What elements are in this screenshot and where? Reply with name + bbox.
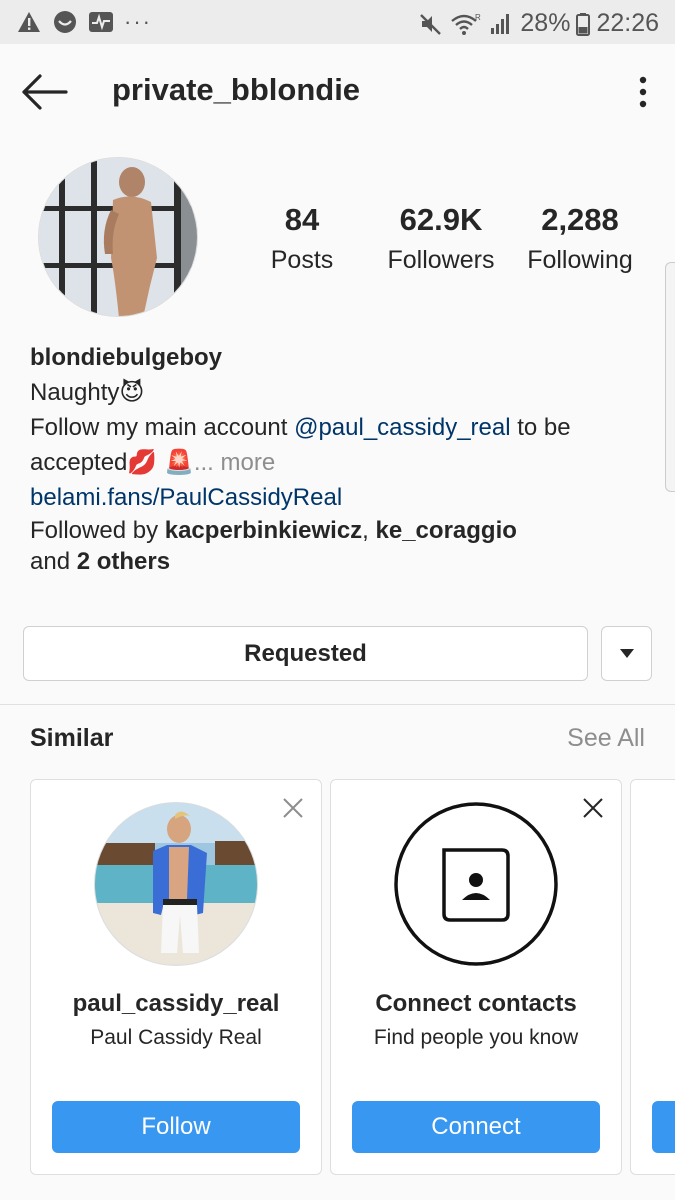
- header-username: private_bblondie: [112, 72, 361, 107]
- status-bar: ··· R 28% 22:26: [0, 0, 675, 44]
- suggestion-username[interactable]: paul_cassidy_real: [31, 990, 321, 1018]
- followed-by-text: Followed by: [30, 517, 165, 544]
- close-icon: [583, 798, 603, 818]
- requested-label: Requested: [244, 639, 367, 667]
- followers-count: 62.9K: [399, 202, 483, 237]
- connect-contacts-card[interactable]: Connect contacts Find people you know Co…: [330, 779, 622, 1175]
- dismiss-button[interactable]: [281, 796, 305, 820]
- bio-text: Naughty😈: [30, 379, 145, 406]
- follow-button-partial[interactable]: [652, 1101, 675, 1153]
- bio-line-3: accepted💋 🚨... more: [30, 445, 650, 480]
- requested-button[interactable]: Requested: [23, 626, 588, 681]
- clock: 22:26: [596, 9, 659, 37]
- posts-label: Posts: [270, 246, 334, 274]
- connect-contacts-title: Connect contacts: [375, 990, 577, 1017]
- follower-name: kacperbinkiewicz: [164, 517, 363, 544]
- battery-icon: [576, 11, 591, 37]
- suggestion-photo: [95, 803, 257, 965]
- follow-label: Follow: [141, 1113, 211, 1140]
- warning-icon: [16, 9, 42, 35]
- svg-text:R: R: [475, 13, 481, 22]
- options-button[interactable]: [635, 74, 651, 110]
- following-stat[interactable]: 2,288 Following: [520, 202, 640, 275]
- display-name: blondiebulgeboy: [30, 344, 222, 371]
- close-icon: [283, 798, 303, 818]
- follower-name: ke_coraggio: [375, 517, 517, 544]
- separator: ,: [362, 517, 376, 544]
- vertical-dots-icon: [639, 76, 647, 108]
- following-count: 2,288: [541, 202, 619, 237]
- bio-text: to be: [510, 414, 571, 441]
- caret-down-icon: [619, 648, 634, 658]
- follow-button[interactable]: Follow: [52, 1101, 300, 1153]
- bio-text: Follow my main account: [30, 414, 295, 441]
- more-link[interactable]: ... more: [194, 449, 275, 476]
- profile-bio: blondiebulgeboy Naughty😈 Follow my main …: [30, 340, 650, 577]
- profile-header: private_bblondie: [0, 44, 675, 140]
- wifi-icon: R: [450, 11, 482, 37]
- back-arrow-icon: [22, 74, 68, 110]
- dismiss-button[interactable]: [581, 796, 605, 820]
- profile-photo: [39, 158, 197, 316]
- activity-icon: [88, 9, 114, 35]
- similar-title: Similar: [30, 724, 114, 752]
- bio-text: accepted💋 🚨: [30, 449, 194, 476]
- smiley-icon: [52, 9, 78, 35]
- suggestion-fullname: Paul Cassidy Real: [90, 1026, 262, 1049]
- bio-line-1: Naughty😈: [30, 375, 650, 410]
- more-notifications-icon: ···: [124, 9, 152, 34]
- followers-stat[interactable]: 62.9K Followers: [380, 202, 502, 275]
- mention-link[interactable]: @paul_cassidy_real: [294, 414, 510, 441]
- website-line: belami.fans/PaulCassidyReal: [30, 480, 650, 515]
- back-button[interactable]: [20, 72, 70, 112]
- contacts-illustration: [394, 802, 558, 966]
- suggestions-toggle-button[interactable]: [601, 626, 652, 681]
- connect-label: Connect: [431, 1113, 521, 1140]
- followed-by-text: and: [30, 548, 77, 575]
- followers-label: Followers: [387, 246, 495, 274]
- website-link[interactable]: belami.fans/PaulCassidyReal: [30, 484, 342, 511]
- followed-by-line[interactable]: Followed by kacperbinkiewicz, ke_coraggi…: [30, 515, 650, 577]
- following-label: Following: [527, 246, 633, 274]
- battery-percent: 28%: [520, 9, 571, 37]
- connect-contacts-subtitle: Find people you know: [373, 1026, 579, 1049]
- contact-book-icon: [394, 802, 558, 966]
- divider: [0, 704, 675, 705]
- suggestion-card-partial[interactable]: [630, 779, 675, 1175]
- connect-button[interactable]: Connect: [352, 1101, 600, 1153]
- side-scroll-handle[interactable]: [665, 262, 675, 492]
- mute-icon: [418, 11, 444, 37]
- suggestion-card[interactable]: paul_cassidy_real Paul Cassidy Real Foll…: [30, 779, 322, 1175]
- posts-count: 84: [284, 202, 320, 237]
- signal-icon: [488, 11, 514, 37]
- others-count: 2 others: [76, 548, 171, 575]
- suggestion-avatar[interactable]: [94, 802, 258, 966]
- profile-avatar[interactable]: [38, 157, 198, 317]
- see-all-link[interactable]: See All: [567, 724, 645, 753]
- bio-line-2: Follow my main account @paul_cassidy_rea…: [30, 410, 650, 445]
- posts-stat[interactable]: 84 Posts: [262, 202, 342, 275]
